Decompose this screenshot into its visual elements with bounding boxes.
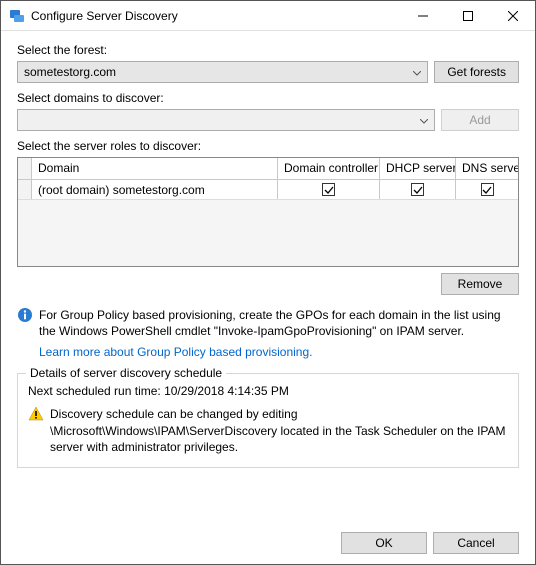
domains-combo[interactable] [17,109,435,131]
schedule-warning-text: Discovery schedule can be changed by edi… [50,406,508,455]
schedule-next-run: Next scheduled run time: 10/29/2018 4:14… [28,384,508,398]
get-forests-button[interactable]: Get forests [434,61,519,83]
info-icon [17,307,33,323]
window-titlebar: Configure Server Discovery [1,1,535,31]
domains-label: Select domains to discover: [17,91,519,105]
row-handle[interactable] [18,180,32,199]
grid-header-dhcp[interactable]: DHCP server [380,158,456,179]
close-button[interactable] [490,2,535,30]
row-domain-cell: (root domain) sometestorg.com [32,180,278,199]
cancel-button[interactable]: Cancel [433,532,519,554]
add-domain-button: Add [441,109,519,131]
forest-combo-value: sometestorg.com [24,65,116,79]
chevron-down-icon [420,113,428,127]
roles-label: Select the server roles to discover: [17,139,519,153]
row-dhcp-cell [380,180,456,199]
forest-combo[interactable]: sometestorg.com [17,61,428,83]
row-dns-cell [456,180,518,199]
grid-body: (root domain) sometestorg.com [18,180,518,266]
window-title: Configure Server Discovery [31,9,400,23]
info-text: For Group Policy based provisioning, cre… [39,307,519,339]
minimize-button[interactable] [400,2,445,30]
dc-checkbox[interactable] [322,183,335,196]
grid-header-domain[interactable]: Domain [32,158,278,179]
grid-header-handle [18,158,32,179]
chevron-down-icon [413,65,421,79]
ok-button[interactable]: OK [341,532,427,554]
dns-checkbox[interactable] [481,183,494,196]
ipam-app-icon [9,8,25,24]
row-dc-cell [278,180,380,199]
grid-header: Domain Domain controller DHCP server DNS… [18,158,518,180]
schedule-legend: Details of server discovery schedule [26,366,226,380]
forest-label: Select the forest: [17,43,519,57]
grid-header-dc[interactable]: Domain controller [278,158,380,179]
learn-more-link[interactable]: Learn more about Group Policy based prov… [39,345,519,359]
schedule-fieldset: Details of server discovery schedule Nex… [17,373,519,468]
remove-button[interactable]: Remove [441,273,519,295]
roles-grid: Domain Domain controller DHCP server DNS… [17,157,519,267]
maximize-button[interactable] [445,2,490,30]
grid-header-dns[interactable]: DNS server [456,158,518,179]
warning-icon [28,406,44,422]
dhcp-checkbox[interactable] [411,183,424,196]
table-row[interactable]: (root domain) sometestorg.com [18,180,518,200]
